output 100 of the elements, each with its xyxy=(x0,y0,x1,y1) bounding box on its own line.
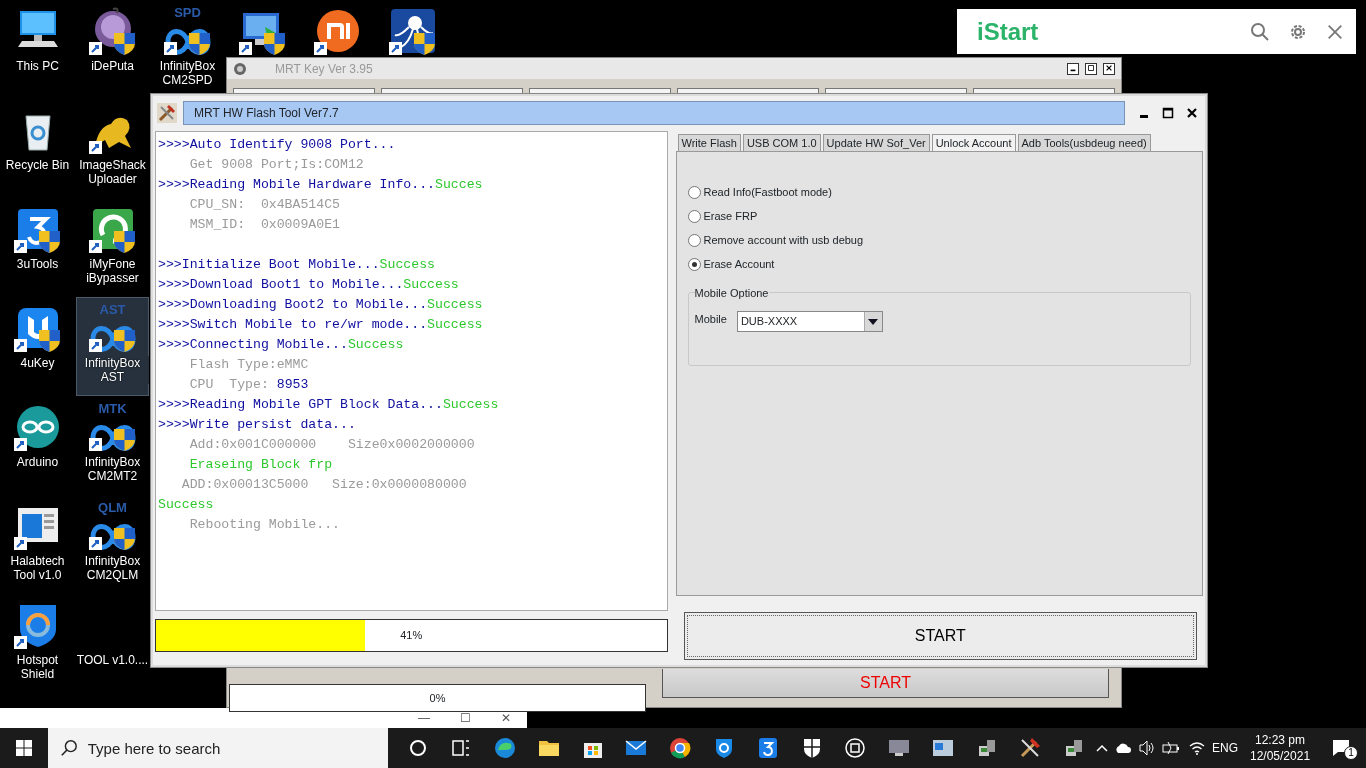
app-logo-icon xyxy=(233,61,247,76)
icon-badge-text: SPD xyxy=(174,7,201,19)
battery-icon xyxy=(1162,741,1182,755)
group-title: Mobile Optione xyxy=(694,288,769,299)
notification-button[interactable]: 1 xyxy=(1322,728,1366,768)
tab[interactable]: Write Flash xyxy=(677,134,741,151)
icon-label[interactable]: iMyFone iBypasser xyxy=(76,257,149,285)
icon-label[interactable]: Recycle Bin xyxy=(1,158,74,172)
icon-label[interactable]: iDePuta xyxy=(76,59,149,73)
toolbar-button[interactable] xyxy=(677,88,819,93)
log-line: Eraseing Block frp xyxy=(188,456,334,474)
radio-label: Erase FRP xyxy=(703,208,758,224)
dropdown-field[interactable]: DUB-XXXX xyxy=(736,311,883,332)
log-line: Flash Type:eMMC xyxy=(188,356,310,374)
window-title: MRT Key Ver 3.95 xyxy=(275,60,374,78)
radio-button[interactable] xyxy=(687,233,701,247)
close-icon xyxy=(1186,106,1198,119)
icon-label[interactable]: 3uTools xyxy=(1,257,74,271)
icon-label[interactable]: Arduino xyxy=(1,455,74,469)
field-label: Mobile xyxy=(694,312,727,327)
radio-button[interactable] xyxy=(687,257,701,271)
speaker-icon xyxy=(1138,740,1156,756)
caret-icon xyxy=(868,318,879,325)
date-label: 12/05/2021 xyxy=(1250,748,1311,764)
minimize-icon xyxy=(1140,114,1148,118)
log-line: Success xyxy=(158,496,215,514)
doll-icon[interactable] xyxy=(88,7,137,55)
icon-label[interactable]: InfinityBox CM2QLM xyxy=(76,554,149,582)
close-icon xyxy=(1105,64,1113,73)
icon-badge-text: AST xyxy=(99,304,126,316)
tab[interactable]: Unlock Account xyxy=(931,134,1016,151)
cloud-icon xyxy=(1114,742,1132,754)
toolbar-button[interactable] xyxy=(529,88,671,93)
maximize-icon xyxy=(1087,64,1095,73)
icon-label[interactable]: This PC xyxy=(1,59,74,73)
log-line: CPU Type: 8953 xyxy=(188,376,310,394)
start-button[interactable]: START xyxy=(683,612,1197,660)
log-line: >>>Initialize Boot Mobile...Success xyxy=(158,256,436,274)
minimize-button[interactable] xyxy=(1067,62,1079,75)
progress-label: 41% xyxy=(399,628,424,643)
log-line: >>>>Connecting Mobile...Success xyxy=(158,336,405,354)
language-indicator[interactable]: ENG xyxy=(1212,739,1238,757)
icon-label[interactable]: Halabtech Tool v1.0 xyxy=(1,554,74,582)
log-line: >>>>Write persist data... xyxy=(158,416,357,434)
maximize-button[interactable]: ☐ xyxy=(460,709,471,727)
radio-label: Remove account with usb debug xyxy=(703,232,864,248)
close-button[interactable] xyxy=(1103,62,1115,75)
chevron-up-icon xyxy=(1096,744,1108,752)
log-line: >>>>Switch Mobile to re/wr mode...Success xyxy=(158,316,484,334)
maximize-button[interactable] xyxy=(1085,62,1097,75)
app-icon xyxy=(843,736,868,760)
icon-badge-text: QLM xyxy=(98,502,127,514)
octopus-icon[interactable] xyxy=(388,7,437,55)
log-line: >>>>Reading Mobile GPT Block Data...Success xyxy=(158,396,500,414)
search-icon xyxy=(1250,22,1270,43)
close-button[interactable]: ✕ xyxy=(501,709,511,727)
log-line: >>>>Downloading Boot2 to Mobile...Success xyxy=(158,296,484,314)
toolbar-button[interactable] xyxy=(233,88,375,93)
browser-icon xyxy=(668,736,693,760)
tab[interactable]: Update HW Sof_Ver xyxy=(822,134,930,151)
radio-button[interactable] xyxy=(687,209,701,223)
tools-icon xyxy=(157,102,177,123)
notification-count: 1 xyxy=(1344,746,1359,760)
icon-badge-text: MTK xyxy=(98,403,127,415)
log-line: >>>>Reading Mobile Hardware Info...Succes xyxy=(158,176,484,194)
app-icon[interactable] xyxy=(313,7,362,55)
time-label: 12:23 pm xyxy=(1254,732,1307,748)
log-line: Add:0x001C000000 Size0x0002000000 xyxy=(188,436,476,454)
log-line: Rebooting Mobile... xyxy=(188,516,342,534)
widget-title: iStart xyxy=(977,16,1040,47)
tab[interactable]: USB COM 1.0 xyxy=(742,134,821,151)
toolbar-button[interactable] xyxy=(973,88,1115,93)
minimize-button[interactable]: — xyxy=(418,709,430,727)
log-line: MSM_ID: 0x0009A0E1 xyxy=(188,216,342,234)
radio-button[interactable] xyxy=(687,185,701,199)
log-line: Get 9008 Port;Is:COM12 xyxy=(188,156,365,174)
icon-label[interactable]: ImageShack Uploader xyxy=(76,158,149,186)
infinity-icon[interactable] xyxy=(13,403,62,451)
window-title: MRT HW Flash Tool Ver7.7 xyxy=(183,100,1125,125)
log-line: >>>>Auto Identify 9008 Port... xyxy=(158,136,397,154)
log-line: ADD:0x00013C5000 Size:0x0000080000 xyxy=(180,476,468,494)
icon-label[interactable]: TOOL v1.0.... xyxy=(76,653,149,667)
maximize-icon xyxy=(1162,106,1174,119)
progress-label: 0% xyxy=(428,691,447,706)
toolbar-button[interactable] xyxy=(825,88,967,93)
icon-label[interactable]: InfinityBox CM2SPD xyxy=(151,59,224,87)
search-field[interactable]: Type here to search xyxy=(47,728,388,768)
radio-label: Erase Account xyxy=(703,256,775,272)
tab[interactable]: Adb Tools(usbdeug need) xyxy=(1017,134,1151,151)
search-icon xyxy=(59,739,78,757)
toolbar-button[interactable] xyxy=(381,88,523,93)
browser-icon xyxy=(493,736,518,760)
icon-label[interactable]: 4uKey xyxy=(1,356,74,370)
icon-label[interactable]: Hotspot Shield xyxy=(1,653,74,681)
icon-label[interactable]: InfinityBox CM2MT2 xyxy=(76,455,149,483)
radio-label: Read Info(Fastboot mode) xyxy=(703,184,832,200)
wifi-icon xyxy=(1188,741,1206,755)
log-line: CPU_SN: 0x4BA514C5 xyxy=(188,196,342,214)
windows-logo-icon xyxy=(15,740,32,756)
close-icon xyxy=(1326,23,1344,42)
